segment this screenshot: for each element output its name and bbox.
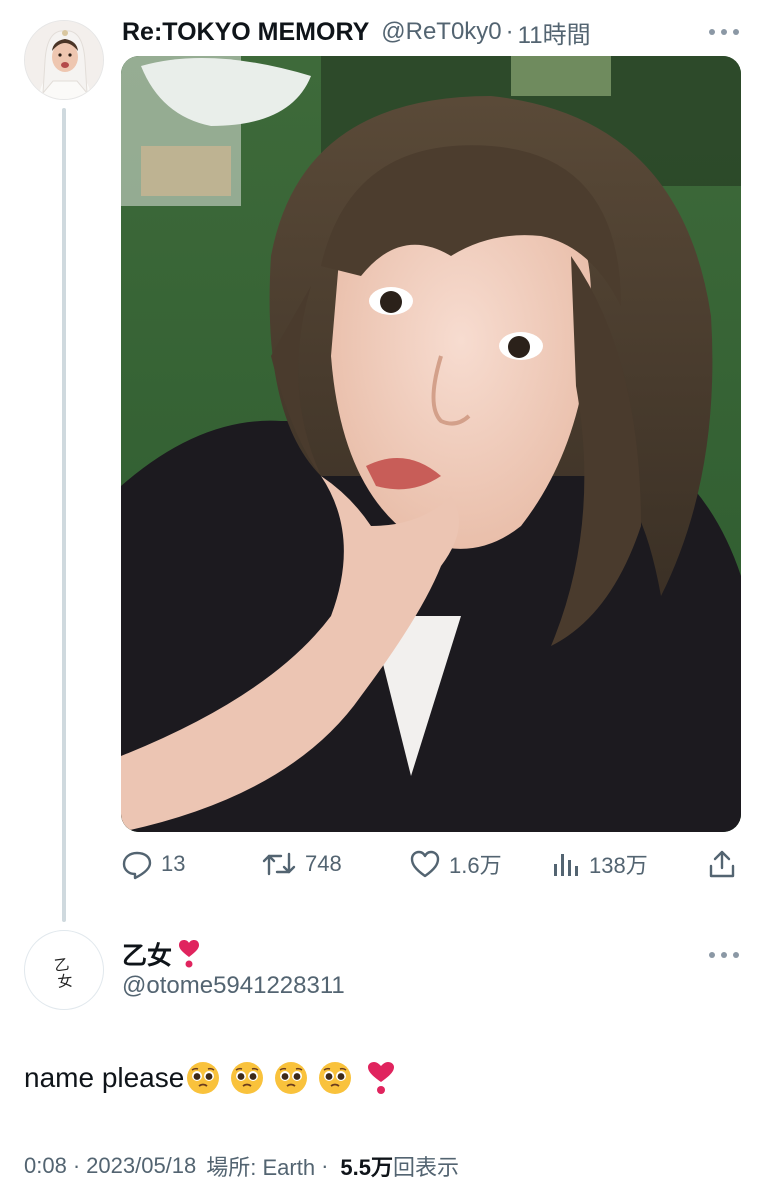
retweet-count: 748	[305, 851, 342, 876]
share-button[interactable]	[706, 842, 738, 886]
reply-body: name please	[24, 1058, 396, 1098]
like-button[interactable]: 1.6万	[409, 842, 502, 886]
author-handle[interactable]: @ReT0ky0	[381, 18, 501, 46]
more-options-icon[interactable]	[709, 950, 739, 960]
pleading-face-icon	[319, 1062, 352, 1094]
reply-author-handle[interactable]: @otome5941228311	[122, 972, 345, 1000]
reply-time[interactable]: 0:08	[24, 1153, 67, 1179]
handwritten-logo: 乙 女	[53, 955, 74, 991]
author-display-name[interactable]: Re:TOKYO MEMORY	[122, 18, 369, 47]
tweet-header: Re:TOKYO MEMORY @ReT0ky0 · 11時間	[122, 14, 591, 50]
like-icon	[410, 850, 440, 878]
tweet-timestamp[interactable]: 11時間	[518, 15, 591, 50]
views-icon	[554, 854, 578, 876]
bride-avatar-icon	[25, 21, 103, 99]
separator-dot: ·	[321, 1153, 329, 1178]
pleading-face-icon	[231, 1062, 264, 1094]
tweet-photo[interactable]	[121, 56, 741, 832]
reply-text: name please	[24, 1062, 185, 1093]
author-avatar[interactable]	[24, 20, 104, 100]
like-count: 1.6万	[449, 853, 502, 878]
reply-author-avatar[interactable]: 乙 女	[24, 930, 104, 1010]
pleading-face-icon	[187, 1062, 220, 1094]
view-count: 138万	[589, 853, 648, 878]
reply-meta: 0:08 · 2023/05/18 場所: Earth · 5.5万 回表示	[24, 1150, 459, 1182]
share-icon	[709, 850, 735, 878]
views-button[interactable]: 138万	[551, 842, 648, 886]
reply-views-count: 5.5万	[340, 1155, 393, 1180]
reply-button[interactable]: 13	[121, 842, 185, 886]
svg-text:女: 女	[57, 972, 74, 991]
pleading-face-icon	[275, 1062, 308, 1094]
reply-icon	[122, 851, 152, 880]
retweet-icon	[262, 852, 296, 876]
reply-location: 場所: Earth	[206, 1155, 316, 1180]
emoji-group	[186, 1061, 396, 1095]
retweet-button[interactable]: 748	[261, 842, 342, 886]
thread-connector	[62, 108, 66, 922]
heart-exclamation-icon	[368, 1062, 395, 1094]
tweet-action-bar: 13 748 1.6万 138万	[121, 842, 741, 886]
portrait-photo	[121, 56, 741, 832]
reply-author-display-name[interactable]: 乙女	[122, 936, 172, 972]
heart-exclamation-icon	[179, 940, 200, 968]
reply-date[interactable]: 2023/05/18	[86, 1153, 196, 1179]
more-options-icon[interactable]	[709, 27, 739, 37]
reply-views-label: 回表示	[393, 1155, 460, 1180]
separator-dot: ·	[72, 1153, 81, 1178]
separator-dot: ·	[505, 18, 514, 45]
reply-count: 13	[161, 851, 186, 876]
reply-author-name-row: 乙女	[122, 936, 200, 972]
